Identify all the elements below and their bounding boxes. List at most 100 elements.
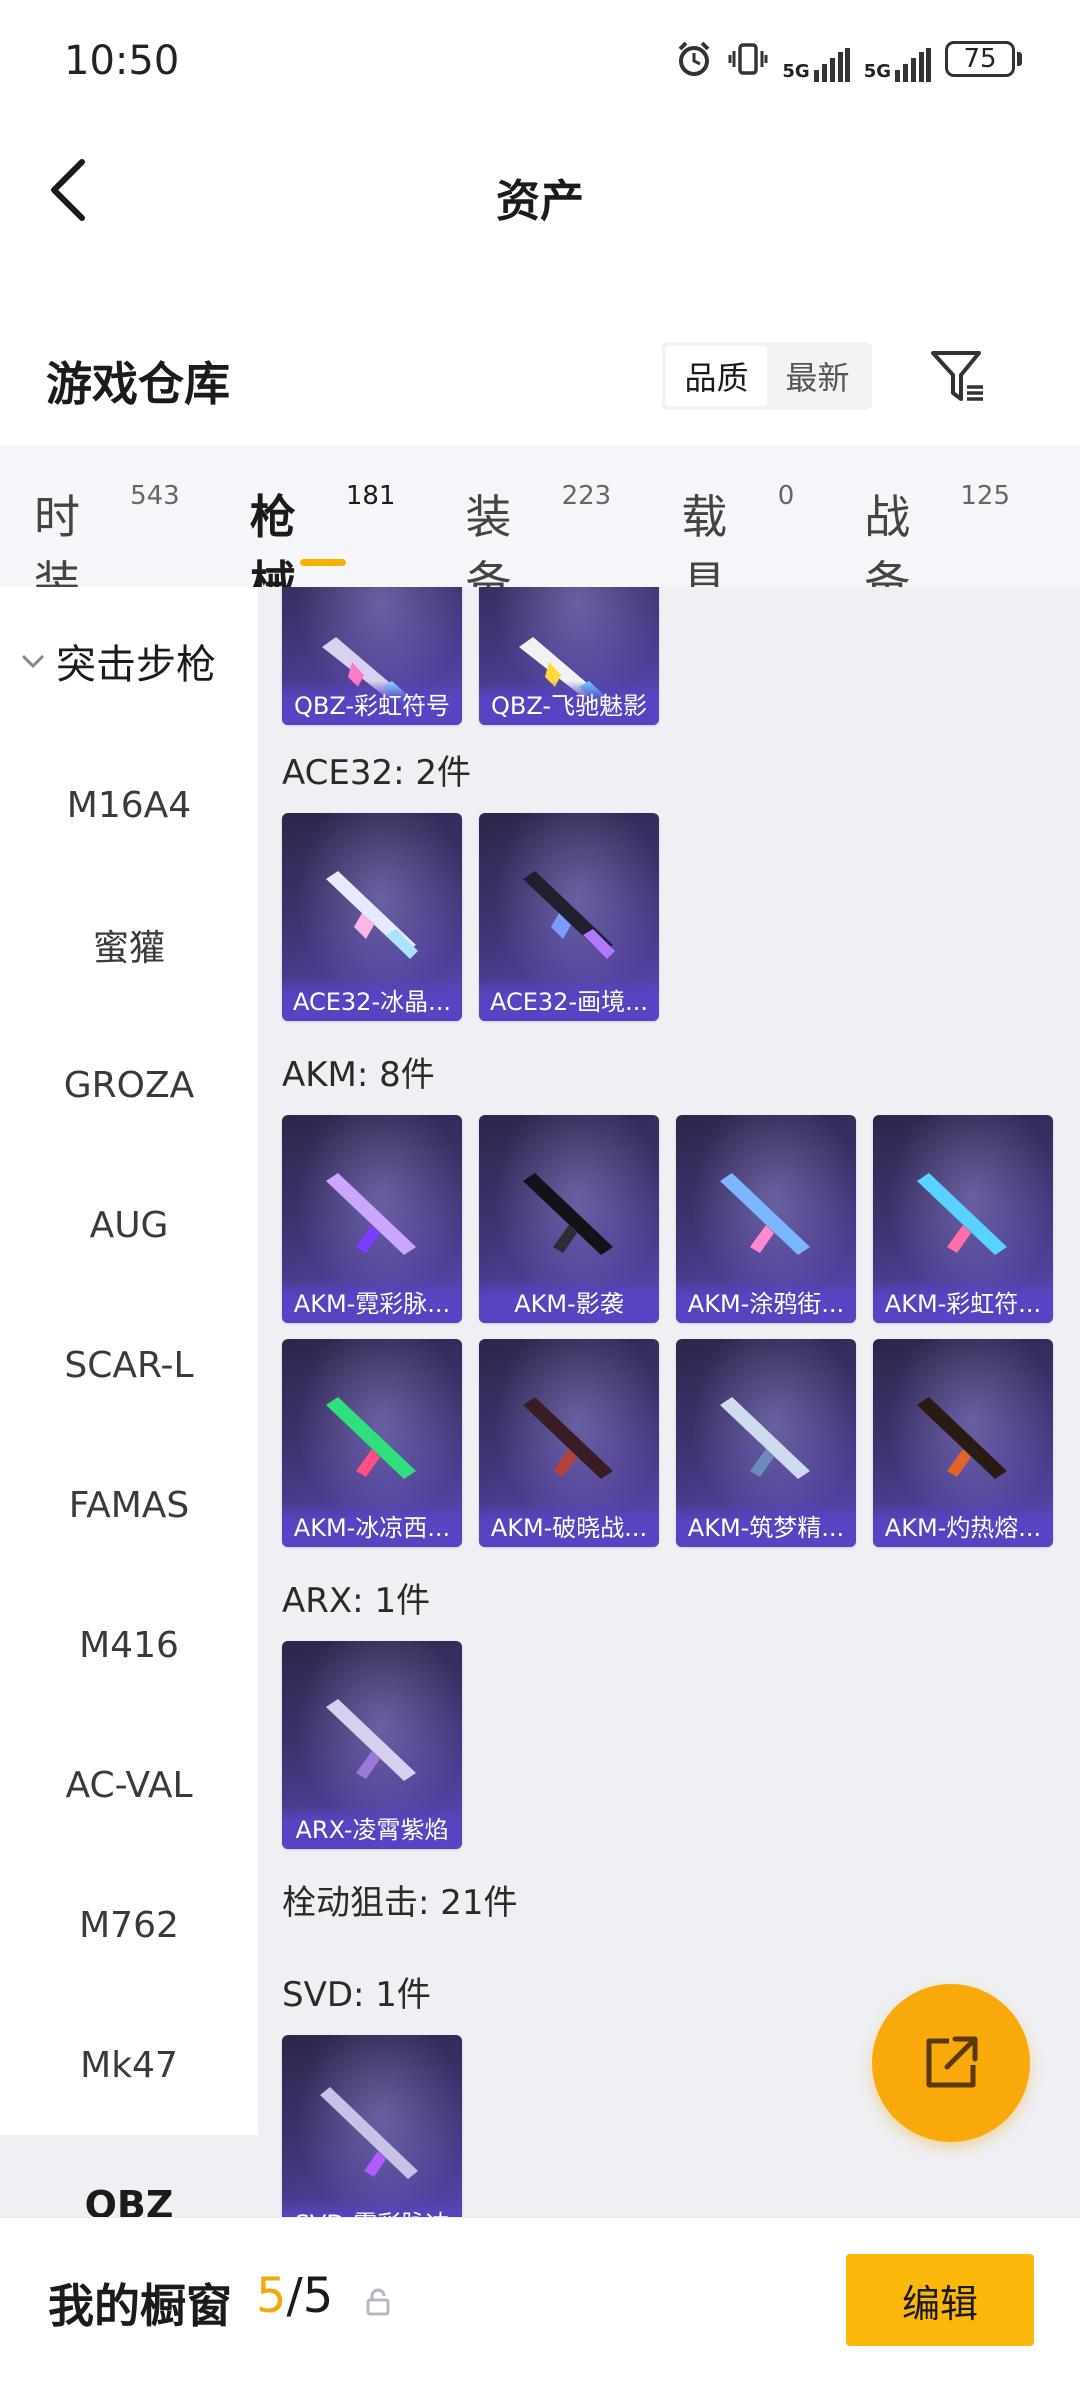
rifle-icon	[326, 1699, 416, 1781]
rifle-icon	[326, 1173, 416, 1255]
status-bar: 10:50 5G 5G 75	[0, 0, 1080, 125]
sidebar-item-mk47[interactable]: Mk47	[0, 1995, 258, 2135]
section-header: 游戏仓库 品质 最新	[0, 320, 1080, 440]
tab-vehicles[interactable]: 载具 0	[681, 481, 794, 610]
rifle-icon	[523, 1397, 613, 1479]
rifle-icon	[523, 1173, 613, 1255]
skin-card[interactable]: AKM-影袭	[479, 1115, 659, 1323]
sidebar-item-famas[interactable]: FAMAS	[0, 1435, 258, 1575]
signal-1-icon: 5G	[782, 36, 850, 82]
status-time: 10:50	[64, 38, 180, 84]
vibrate-icon	[728, 36, 768, 82]
status-icons: 5G 5G 75	[674, 36, 1022, 82]
skin-name: SVD-霓彩脉冲	[282, 2199, 462, 2217]
skin-card[interactable]: AKM-筑梦精...	[676, 1339, 856, 1547]
sidebar-item-m762[interactable]: M762	[0, 1855, 258, 1995]
sidebar-item-m16a4[interactable]: M16A4	[0, 735, 258, 875]
rifle-icon	[523, 871, 615, 959]
skin-card[interactable]: ACE32-画境...	[479, 813, 659, 1021]
group-heading: SVD: 1件	[282, 1975, 431, 2015]
sidebar-group-label: 突击步枪	[56, 642, 216, 688]
rifle-icon	[326, 871, 418, 959]
sidebar-item-scar-l[interactable]: SCAR-L	[0, 1295, 258, 1435]
skin-name: ACE32-冰晶...	[282, 977, 462, 1021]
skin-name: AKM-灼热熔...	[873, 1503, 1053, 1547]
group-heading: ARX: 1件	[282, 1581, 431, 1621]
skin-name: AKM-涂鸦街...	[676, 1279, 856, 1323]
rifle-icon	[720, 1397, 810, 1479]
signal-2-icon: 5G	[864, 36, 931, 82]
sidebar-item-aug[interactable]: AUG	[0, 1155, 258, 1295]
skin-card[interactable]: ACE32-冰晶...	[282, 813, 462, 1021]
share-fab-button[interactable]	[872, 1984, 1030, 2142]
skin-card[interactable]: QBZ-彩虹符号	[282, 587, 462, 725]
showcase-bar: 我的橱窗 5/5 编辑	[0, 2217, 1080, 2382]
sidebar-item-honey-badger[interactable]: 蜜獾	[0, 875, 258, 1015]
lock-icon	[362, 2286, 394, 2318]
slots-total: /5	[286, 2268, 334, 2324]
skin-card[interactable]: AKM-涂鸦街...	[676, 1115, 856, 1323]
share-external-icon	[926, 2036, 978, 2088]
rifle-icon	[917, 1397, 1007, 1479]
sidebar-group-assault-rifle[interactable]: 突击步枪	[0, 587, 258, 735]
rifle-icon	[720, 1173, 810, 1255]
skin-name: QBZ-飞驰魅影	[479, 681, 659, 725]
skin-name: AKM-影袭	[479, 1279, 659, 1323]
skin-card[interactable]: AKM-彩虹符...	[873, 1115, 1053, 1323]
skin-name: AKM-破晓战...	[479, 1503, 659, 1547]
active-tab-indicator	[299, 559, 346, 566]
group-heading: AKM: 8件	[282, 1055, 435, 1095]
weapon-list: QBZ-彩虹符号 QBZ-飞驰魅影 ACE32: 2件 ACE32-冰晶... …	[258, 587, 1080, 2217]
sidebar-item-groza[interactable]: GROZA	[0, 1015, 258, 1155]
tab-count: 543	[130, 481, 180, 511]
section-title: 游戏仓库	[46, 357, 230, 411]
tab-count: 181	[345, 481, 396, 511]
skin-card[interactable]: AKM-破晓战...	[479, 1339, 659, 1547]
network-label-2: 5G	[863, 61, 891, 82]
chevron-down-icon	[18, 646, 48, 676]
skin-card[interactable]: ARX-凌霄紫焰	[282, 1641, 462, 1849]
showcase-slot-count: 5/5	[256, 2268, 333, 2324]
weapon-type-sidebar: 突击步枪 M16A4 蜜獾 GROZA AUG SCAR-L FAMAS M41…	[0, 587, 258, 2217]
skin-name: AKM-筑梦精...	[676, 1503, 856, 1547]
network-label-1: 5G	[782, 61, 810, 82]
sort-toggle: 品质 最新	[662, 342, 872, 410]
tab-fashion[interactable]: 时装 543	[34, 481, 180, 610]
battery-level: 75	[945, 41, 1015, 77]
group-heading: 栓动狙击: 21件	[282, 1883, 518, 1923]
skin-name: ARX-凌霄紫焰	[282, 1805, 462, 1849]
filter-icon	[931, 351, 983, 401]
category-tabs: 时装 543 枪械 181 装备 223 载具 0 战备 125	[0, 445, 1080, 610]
tab-weapons[interactable]: 枪械 181	[250, 481, 396, 610]
skin-name: AKM-彩虹符...	[873, 1279, 1053, 1323]
skin-card[interactable]: QBZ-飞驰魅影	[479, 587, 659, 725]
filter-button[interactable]	[928, 344, 988, 408]
skin-name: ACE32-画境...	[479, 977, 659, 1021]
slots-used: 5	[256, 2268, 287, 2324]
sidebar-item-qbz[interactable]: QBZ	[0, 2135, 258, 2217]
skin-card[interactable]: AKM-霓彩脉...	[282, 1115, 462, 1323]
skin-card[interactable]: SVD-霓彩脉冲	[282, 2035, 462, 2217]
skin-card[interactable]: AKM-灼热熔...	[873, 1339, 1053, 1547]
edit-button[interactable]: 编辑	[846, 2254, 1034, 2346]
skin-name: AKM-冰凉西...	[282, 1503, 462, 1547]
alarm-icon	[674, 36, 714, 82]
tab-count: 223	[561, 481, 612, 511]
nav-bar: 资产	[0, 125, 1080, 255]
sort-option-newest[interactable]: 最新	[767, 346, 868, 406]
tab-equipment[interactable]: 装备 223	[465, 481, 612, 610]
skin-name: AKM-霓彩脉...	[282, 1279, 462, 1323]
skin-card[interactable]: AKM-冰凉西...	[282, 1339, 462, 1547]
sidebar-item-m416[interactable]: M416	[0, 1575, 258, 1715]
showcase-title: 我的橱窗	[48, 2279, 232, 2333]
sidebar-item-ac-val[interactable]: AC-VAL	[0, 1715, 258, 1855]
rifle-icon	[917, 1173, 1007, 1255]
battery-icon: 75	[945, 36, 1022, 82]
skin-name: QBZ-彩虹符号	[282, 681, 462, 725]
tab-count: 125	[960, 481, 1010, 511]
rifle-icon	[326, 1397, 416, 1479]
page-title: 资产	[496, 176, 584, 227]
sort-option-quality[interactable]: 品质	[666, 346, 767, 406]
tab-supplies[interactable]: 战备 125	[864, 481, 1010, 610]
group-heading: ACE32: 2件	[282, 753, 472, 793]
